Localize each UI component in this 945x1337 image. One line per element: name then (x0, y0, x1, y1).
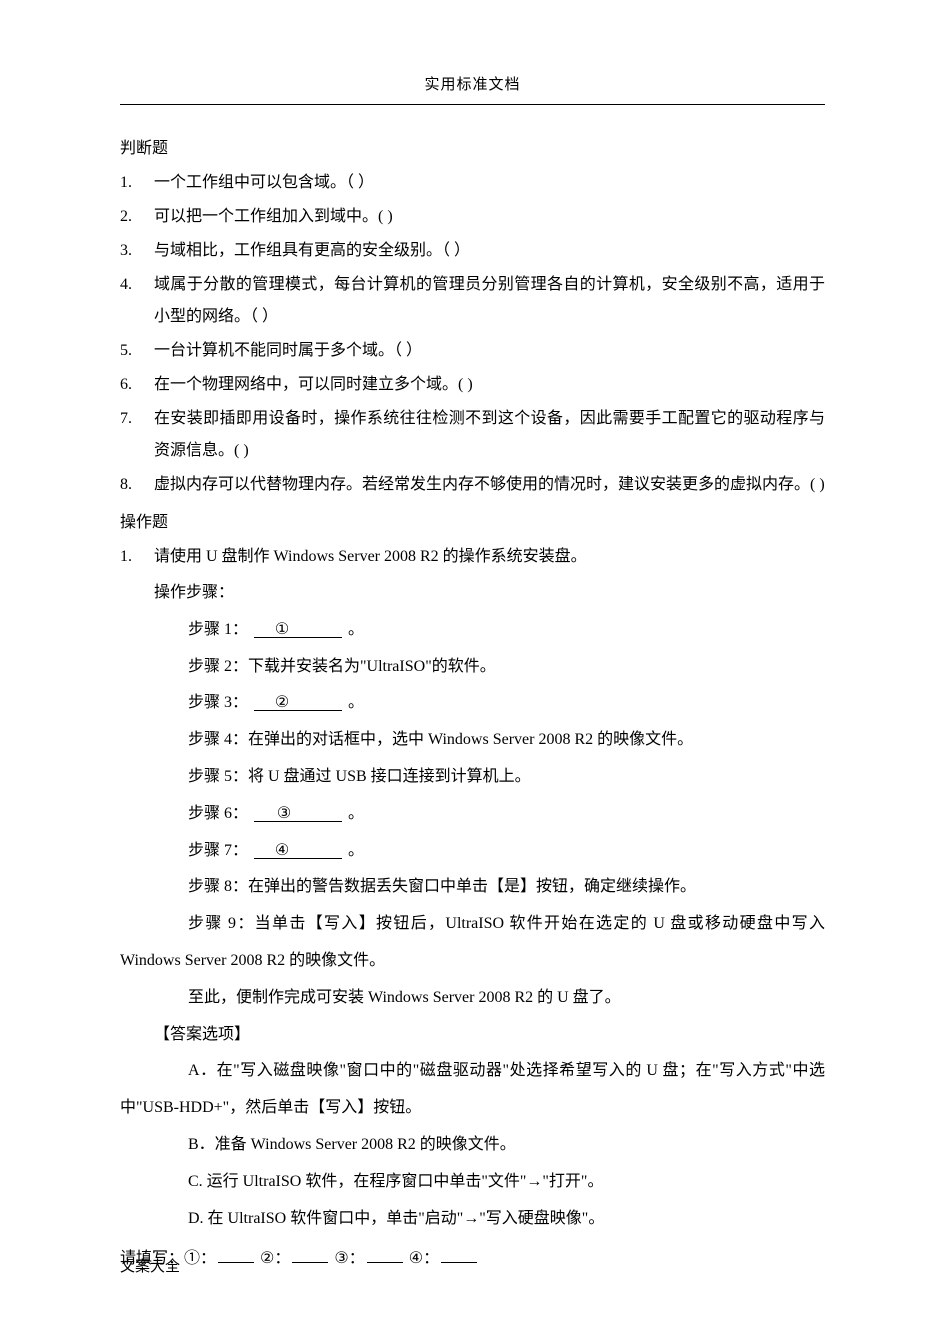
fill-prefix-2: ②： (260, 1250, 290, 1267)
operation-item: 1. 请使用 U 盘制作 Windows Server 2008 R2 的操作系… (120, 541, 825, 573)
section-judgment-title: 判断题 (120, 133, 825, 165)
item-number: 1. (120, 541, 154, 573)
fill-blank-3[interactable] (367, 1262, 403, 1263)
step-suffix: 。 (348, 805, 364, 822)
judgment-item: 6. 在一个物理网络中，可以同时建立多个域。( ) (120, 369, 825, 401)
fill-prefix-3: ③： (334, 1250, 364, 1267)
item-number: 5. (120, 335, 154, 367)
item-text: 在一个物理网络中，可以同时建立多个域。( ) (154, 369, 825, 401)
item-text: 与域相比，工作组具有更高的安全级别。（ ） (154, 235, 825, 267)
step-4: 步骤 4：在弹出的对话框中，选中 Windows Server 2008 R2 … (120, 722, 825, 759)
circle-1: ① (275, 622, 289, 638)
judgment-item: 8. 虚拟内存可以代替物理内存。若经常发生内存不够使用的情况时，建议安装更多的虚… (120, 469, 825, 501)
step-prefix: 步骤 1： (188, 621, 248, 638)
blank-input[interactable]: ④ (254, 843, 342, 859)
step-7: 步骤 7： ④ 。 (120, 833, 825, 870)
step-9: 步骤 9：当单击【写入】按钮后，UltraISO 软件开始在选定的 U 盘或移动… (120, 906, 825, 980)
fill-blank-2[interactable] (292, 1262, 328, 1263)
answer-options-title: 【答案选项】 (120, 1017, 825, 1054)
item-number: 3. (120, 235, 154, 267)
item-text: 一台计算机不能同时属于多个域。（ ） (154, 335, 825, 367)
circle-3: ③ (277, 806, 291, 822)
blank-input[interactable]: ② (254, 695, 342, 711)
operation-steps-label: 操作步骤： (120, 575, 825, 612)
option-a: A．在"写入磁盘映像"窗口中的"磁盘驱动器"处选择希望写入的 U 盘；在"写入方… (120, 1053, 825, 1127)
item-number: 7. (120, 403, 154, 467)
judgment-item: 1. 一个工作组中可以包含域。（ ） (120, 167, 825, 199)
document-page: 实用标准文档 判断题 1. 一个工作组中可以包含域。（ ） 2. 可以把一个工作… (0, 0, 945, 1328)
judgment-item: 5. 一台计算机不能同时属于多个域。（ ） (120, 335, 825, 367)
item-number: 6. (120, 369, 154, 401)
step-prefix: 步骤 7： (188, 842, 248, 859)
blank-input[interactable]: ① (254, 622, 342, 638)
step-5: 步骤 5：将 U 盘通过 USB 接口连接到计算机上。 (120, 759, 825, 796)
item-number: 1. (120, 167, 154, 199)
item-text: 一个工作组中可以包含域。（ ） (154, 167, 825, 199)
step-suffix: 。 (348, 842, 364, 859)
step-8: 步骤 8：在弹出的警告数据丢失窗口中单击【是】按钮，确定继续操作。 (120, 869, 825, 906)
judgment-item: 7. 在安装即插即用设备时，操作系统往往检测不到这个设备，因此需要手工配置它的驱… (120, 403, 825, 467)
fill-blank-4[interactable] (441, 1262, 477, 1263)
step-prefix: 步骤 6： (188, 805, 248, 822)
section-operation-title: 操作题 (120, 507, 825, 539)
option-b: B．准备 Windows Server 2008 R2 的映像文件。 (120, 1127, 825, 1164)
item-text: 请使用 U 盘制作 Windows Server 2008 R2 的操作系统安装… (154, 541, 825, 573)
step-2: 步骤 2：下载并安装名为"UltraISO"的软件。 (120, 649, 825, 686)
judgment-item: 3. 与域相比，工作组具有更高的安全级别。（ ） (120, 235, 825, 267)
judgment-item: 2. 可以把一个工作组加入到域中。( ) (120, 201, 825, 233)
step-suffix: 。 (348, 694, 364, 711)
page-header: 实用标准文档 (120, 70, 825, 105)
option-c: C. 运行 UltraISO 软件，在程序窗口中单击"文件"→"打开"。 (120, 1164, 825, 1201)
item-number: 2. (120, 201, 154, 233)
step-3: 步骤 3： ② 。 (120, 685, 825, 722)
item-text: 虚拟内存可以代替物理内存。若经常发生内存不够使用的情况时，建议安装更多的虚拟内存… (154, 469, 825, 501)
judgment-item: 4. 域属于分散的管理模式，每台计算机的管理员分别管理各自的计算机，安全级别不高… (120, 269, 825, 333)
circle-4: ④ (275, 843, 289, 859)
item-number: 4. (120, 269, 154, 333)
step-1: 步骤 1： ① 。 (120, 612, 825, 649)
fill-line: 请填写：①： ②： ③： ④： (120, 1241, 825, 1278)
item-text: 在安装即插即用设备时，操作系统往往检测不到这个设备，因此需要手工配置它的驱动程序… (154, 403, 825, 467)
step-prefix: 步骤 3： (188, 694, 248, 711)
done-text: 至此，便制作完成可安装 Windows Server 2008 R2 的 U 盘… (120, 980, 825, 1017)
step-suffix: 。 (348, 621, 364, 638)
step-6: 步骤 6： ③ 。 (120, 796, 825, 833)
item-number: 8. (120, 469, 154, 501)
blank-input[interactable]: ③ (254, 806, 342, 822)
option-d: D. 在 UltraISO 软件窗口中，单击"启动"→"写入硬盘映像"。 (120, 1201, 825, 1238)
item-text: 域属于分散的管理模式，每台计算机的管理员分别管理各自的计算机，安全级别不高，适用… (154, 269, 825, 333)
fill-prefix-4: ④： (409, 1250, 439, 1267)
circle-2: ② (275, 695, 289, 711)
item-text: 可以把一个工作组加入到域中。( ) (154, 201, 825, 233)
page-footer: 文案大全 (120, 1252, 180, 1282)
fill-blank-1[interactable] (218, 1262, 254, 1263)
